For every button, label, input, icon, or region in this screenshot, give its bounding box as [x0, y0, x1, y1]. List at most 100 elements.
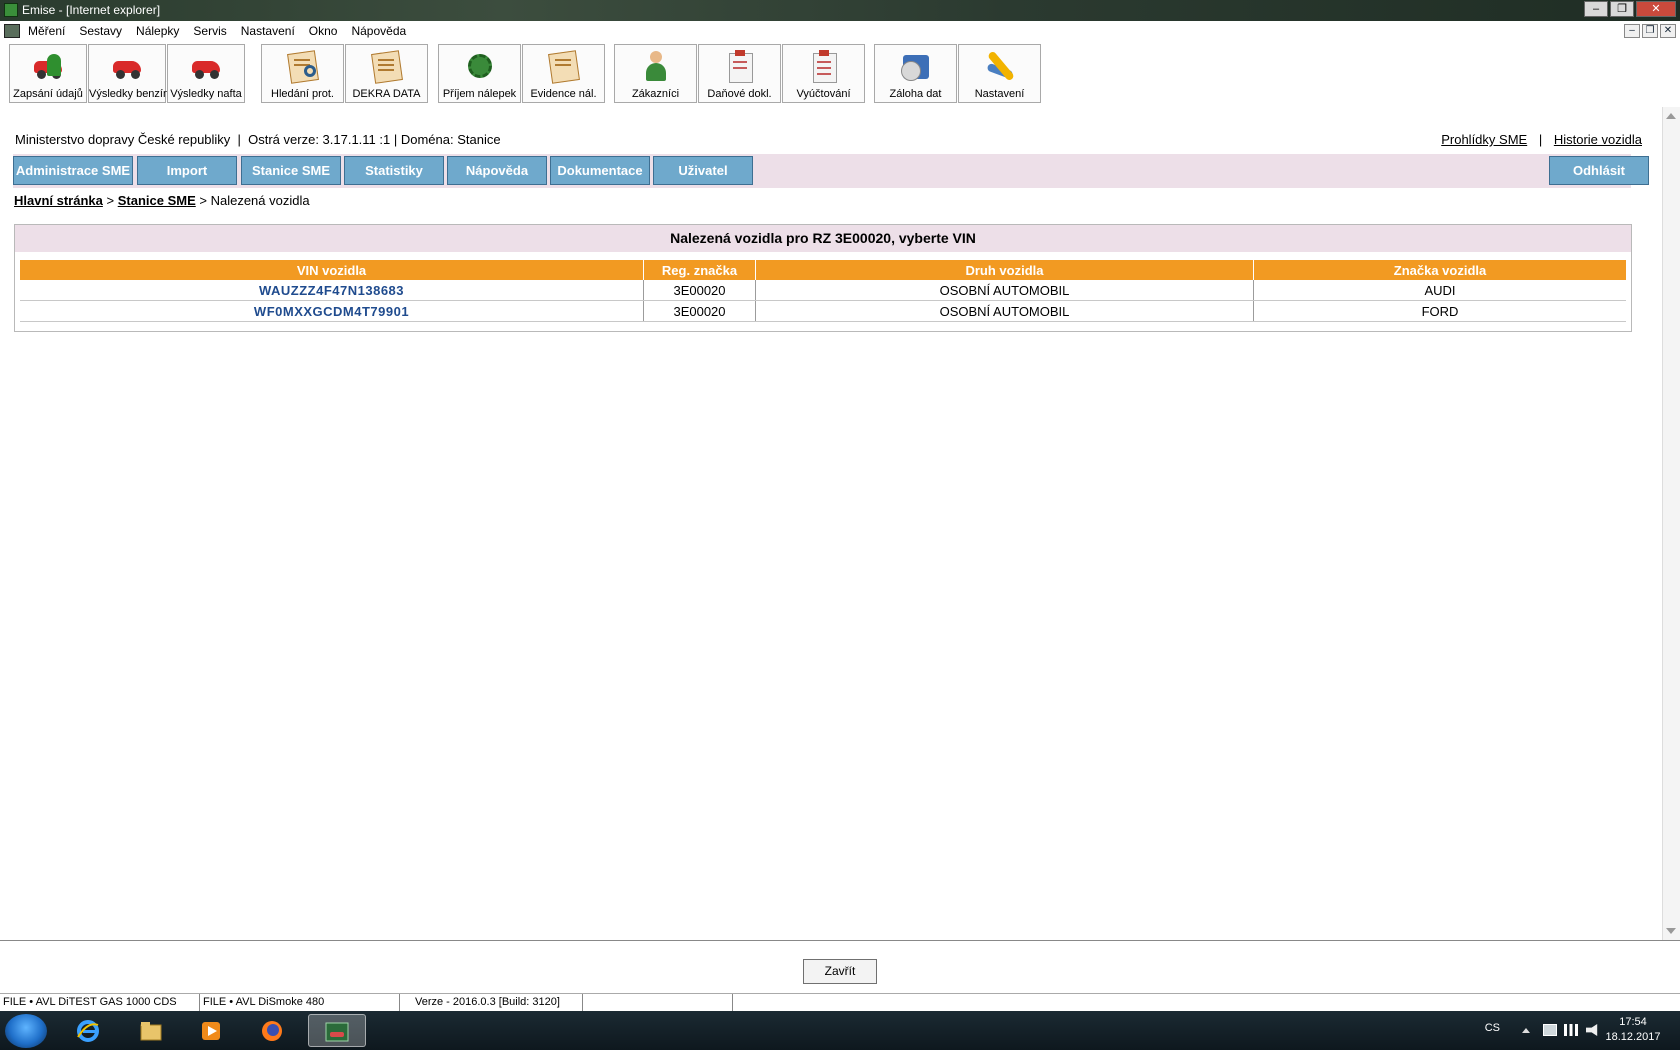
menu-okno[interactable]: Okno — [309, 24, 338, 38]
toolbar-button-label: Příjem nálepek — [442, 88, 517, 100]
toolbar-vysledky-benzin-button[interactable]: Výsledky benzín — [88, 44, 170, 103]
mdi-document-icon[interactable] — [4, 24, 20, 38]
toolbar-nastaveni-button[interactable]: Nastavení — [958, 44, 1041, 103]
toolbar-dekra-data-button[interactable]: DEKRA DATA — [345, 44, 428, 103]
nav-administrace-sme[interactable]: Administrace SME — [13, 156, 133, 185]
vehicle-history-link[interactable]: Historie vozidla — [1554, 132, 1642, 147]
toolbar-zapsani-udaju-button[interactable]: Zapsání údajů — [9, 44, 87, 103]
window-title: Emise - [Internet explorer] — [22, 3, 161, 17]
taskbar-clock[interactable]: 17:54 18.12.2017 — [1598, 1015, 1668, 1045]
clock-date: 18.12.2017 — [1605, 1031, 1661, 1043]
network-icon[interactable] — [1564, 1024, 1578, 1036]
taskbar-file-explorer[interactable] — [125, 1014, 177, 1047]
toolbar-hledani-prot-button[interactable]: Hledání prot. — [261, 44, 344, 103]
mdi-controls: ‒ ❐ ✕ — [1624, 24, 1676, 38]
inspections-link[interactable]: Prohlídky SME — [1441, 132, 1527, 147]
vehicle-make-cell: FORD — [1253, 300, 1626, 322]
breadcrumb-separator: > — [106, 193, 115, 208]
toolbar-prijem-nalepek-button[interactable]: Příjem nálepek — [438, 44, 521, 103]
toolbar-zaloha-dat-button[interactable]: Záloha dat — [874, 44, 957, 103]
document-car-icon — [370, 49, 404, 84]
table-row[interactable]: WAUZZZ4F47N138683 3E00020 OSOBNÍ AUTOMOB… — [20, 280, 1626, 301]
main-navigation: Administrace SME Import Stanice SME Stat… — [13, 154, 1649, 188]
window-controls: ‒ ❐ ✕ — [1584, 1, 1676, 17]
close-button[interactable]: Zavřít — [803, 959, 877, 984]
taskbar-internet-explorer[interactable] — [62, 1014, 114, 1047]
breadcrumb-stations-link[interactable]: Stanice SME — [118, 193, 196, 208]
toolbar-button-label: Záloha dat — [889, 88, 942, 100]
language-indicator[interactable]: CS — [1485, 1022, 1500, 1034]
nav-dokumentace[interactable]: Dokumentace — [550, 156, 650, 185]
link-separator: | — [1538, 132, 1543, 147]
breadcrumb: Hlavní stránka > Stanice SME > Nalezená … — [14, 193, 310, 208]
taskbar-emise-app[interactable] — [308, 1014, 366, 1047]
internet-explorer-icon — [77, 1020, 99, 1042]
vehicle-make-cell: AUDI — [1253, 280, 1626, 301]
menu-napoveda[interactable]: Nápověda — [351, 24, 406, 38]
gear-sticker-icon — [463, 49, 497, 83]
system-tray: CS 17:54 18.12.2017 — [1360, 1011, 1680, 1050]
nav-import[interactable]: Import — [137, 156, 237, 185]
close-window-button[interactable]: ✕ — [1636, 1, 1676, 17]
taskbar-media-player[interactable] — [185, 1014, 237, 1047]
found-vehicles-heading: Nalezená vozidla pro RZ 3E00020, vyberte… — [15, 225, 1631, 252]
menu-mereni[interactable]: Měření — [28, 24, 65, 38]
table-row[interactable]: WF0MXXGCDM4T79901 3E00020 OSOBNÍ AUTOMOB… — [20, 300, 1626, 322]
menu-nalepky[interactable]: Nálepky — [136, 24, 179, 38]
scroll-up-icon[interactable] — [1666, 113, 1676, 119]
billing-clipboard-icon — [807, 49, 841, 83]
start-button[interactable] — [5, 1014, 47, 1048]
header-links: Prohlídky SME | Historie vozidla — [1441, 132, 1642, 147]
toolbar-button-label: Výsledky nafta — [170, 88, 242, 100]
logout-button[interactable]: Odhlásit — [1549, 156, 1649, 185]
mdi-minimize-button[interactable]: ‒ — [1624, 24, 1640, 38]
action-center-icon[interactable] — [1543, 1024, 1557, 1036]
toolbar-zakaznici-button[interactable]: Zákazníci — [614, 44, 697, 103]
breadcrumb-current: Nalezená vozidla — [210, 193, 310, 208]
toolbar-vyuctovani-button[interactable]: Vyúčtování — [782, 44, 865, 103]
vertical-scrollbar[interactable] — [1662, 107, 1680, 940]
toolbar-danove-dokl-button[interactable]: Daňové dokl. — [698, 44, 781, 103]
menu-items: Měření Sestavy Nálepky Servis Nastavení … — [28, 24, 420, 38]
nav-statistiky[interactable]: Statistiky — [344, 156, 444, 185]
vehicle-type-cell: OSOBNÍ AUTOMOBIL — [755, 280, 1254, 301]
column-header-reg: Reg. značka — [643, 260, 756, 280]
menu-sestavy[interactable]: Sestavy — [79, 24, 122, 38]
toolbar-button-label: Výsledky benzín — [89, 88, 170, 100]
status-empty — [583, 994, 733, 1011]
red-car-icon — [110, 49, 144, 83]
toolbar-vysledky-nafta-button[interactable]: Výsledky nafta — [167, 44, 245, 103]
clock-time: 17:54 — [1619, 1016, 1647, 1028]
menu-bar: Měření Sestavy Nálepky Servis Nastavení … — [0, 21, 1680, 42]
taskbar-firefox[interactable] — [246, 1014, 298, 1047]
minimize-button[interactable]: ‒ — [1584, 1, 1608, 17]
menu-servis[interactable]: Servis — [193, 24, 226, 38]
nav-napoveda[interactable]: Nápověda — [447, 156, 547, 185]
toolbar-button-label: Daňové dokl. — [707, 88, 772, 100]
document-search-icon — [286, 49, 320, 84]
show-hidden-icons-icon[interactable] — [1522, 1028, 1530, 1033]
vin-link[interactable]: WF0MXXGCDM4T79901 — [20, 300, 644, 322]
nav-stanice-sme[interactable]: Stanice SME — [241, 156, 341, 185]
restore-button[interactable]: ❐ — [1610, 1, 1634, 17]
document-gear-icon — [547, 49, 581, 84]
tax-document-icon — [723, 49, 757, 83]
status-bar: FILE • AVL DiTEST GAS 1000 CDS FILE • AV… — [0, 993, 1680, 1012]
browser-content: Ministerstvo dopravy České republiky | O… — [0, 107, 1662, 940]
toolbar-evidence-nal-button[interactable]: Evidence nál. — [522, 44, 605, 103]
mdi-restore-button[interactable]: ❐ — [1642, 24, 1658, 38]
found-vehicles-panel: Nalezená vozidla pro RZ 3E00020, vyberte… — [14, 224, 1632, 332]
column-header-vin: VIN vozidla — [20, 260, 644, 280]
vin-link[interactable]: WAUZZZ4F47N138683 — [20, 280, 644, 301]
window-title-bar[interactable]: Emise - [Internet explorer] ‒ ❐ ✕ — [0, 0, 1680, 21]
status-gas-analyzer: FILE • AVL DiTEST GAS 1000 CDS — [0, 994, 200, 1011]
mdi-close-button[interactable]: ✕ — [1660, 24, 1676, 38]
nav-uzivatel[interactable]: Uživatel — [653, 156, 753, 185]
breadcrumb-home-link[interactable]: Hlavní stránka — [14, 193, 103, 208]
status-smoke-meter: FILE • AVL DiSmoke 480 — [200, 994, 400, 1011]
toolbar-button-label: Nastavení — [974, 88, 1025, 100]
menu-nastaveni[interactable]: Nastavení — [241, 24, 295, 38]
scroll-down-icon[interactable] — [1666, 928, 1676, 934]
firefox-icon — [262, 1021, 282, 1041]
windows-taskbar: CS 17:54 18.12.2017 — [0, 1011, 1680, 1050]
